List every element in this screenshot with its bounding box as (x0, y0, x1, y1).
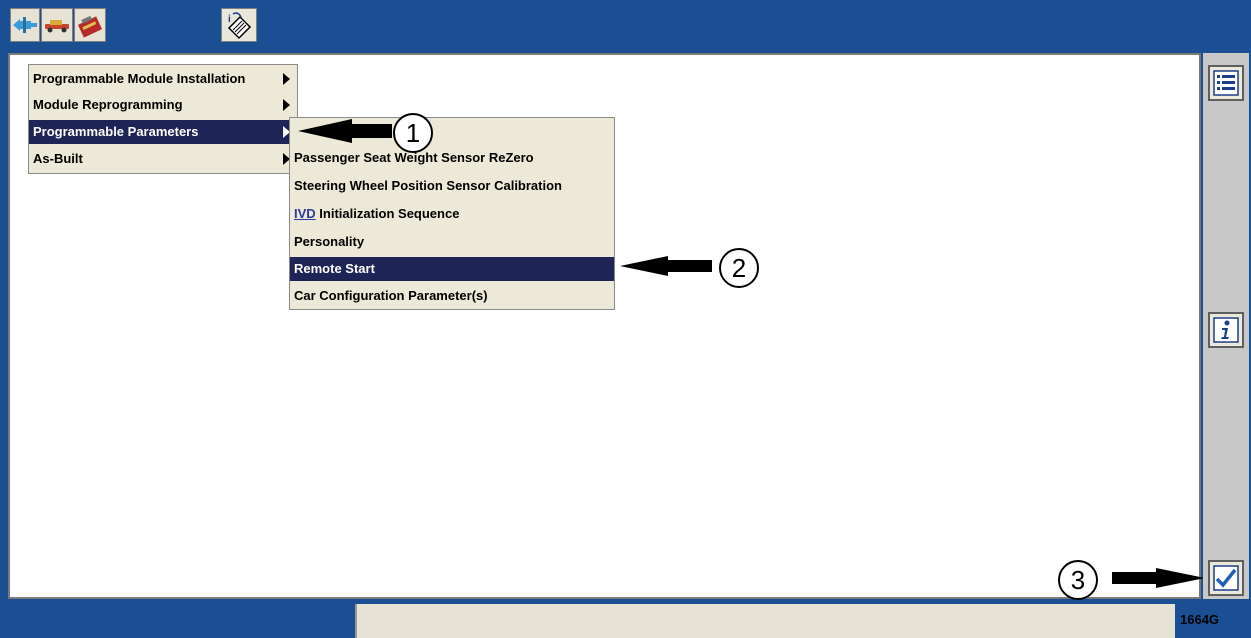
checkmark-icon[interactable] (1208, 560, 1244, 596)
callout-arrow-1 (298, 119, 392, 143)
callout-arrow-2 (620, 256, 712, 276)
callout-arrows (298, 119, 1205, 588)
callout-arrow-3 (1112, 568, 1205, 588)
figure-code: 1664G (1180, 612, 1220, 627)
callout-2: 2 (719, 248, 759, 288)
list-icon[interactable] (1208, 65, 1244, 101)
callout-3: 3 (1058, 560, 1098, 600)
right-toolbar (1203, 53, 1249, 599)
callout-1: 1 (393, 113, 433, 153)
status-field (355, 604, 1175, 638)
info-icon[interactable] (1208, 312, 1244, 348)
